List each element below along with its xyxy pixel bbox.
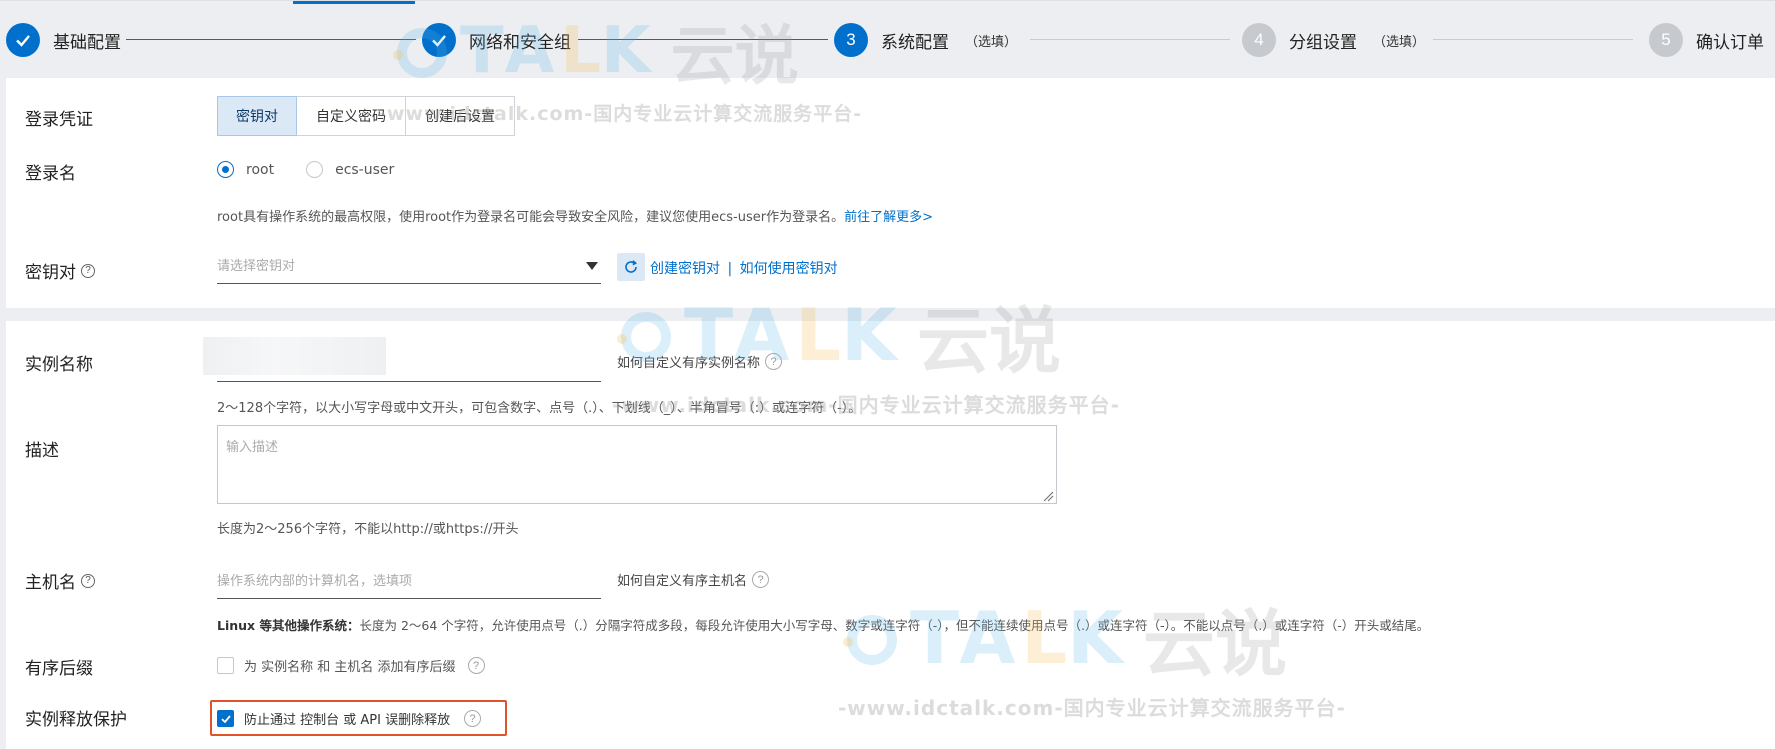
help-icon[interactable]: ? (81, 263, 95, 278)
step-number-badge: 5 (1649, 23, 1683, 57)
step-number-badge: 4 (1242, 23, 1276, 57)
step-title: 基础配置 (53, 32, 121, 53)
step-group-settings[interactable]: 4 分组设置 （选填） (1242, 23, 1425, 57)
description-rule: 长度为2～256个字符，不能以http://或https://开头 (217, 522, 519, 537)
step-system-config[interactable]: 3 系统配置 （选填） (834, 23, 1017, 57)
radio-ecs-user[interactable] (306, 161, 324, 178)
hostname-label-text: 主机名 (25, 573, 76, 593)
learn-more-link[interactable]: 前往了解更多> (844, 210, 933, 225)
login-name-radio-group: root ecs-user (217, 161, 394, 178)
keypair-select[interactable] (217, 250, 601, 284)
credential-option-custom-password[interactable]: 自定义密码 (296, 96, 406, 136)
section-divider (0, 308, 1775, 321)
step-basic-config[interactable]: 基础配置 (6, 23, 121, 57)
hostname-rule-os: Linux 等其他操作系统： (217, 618, 360, 633)
ordered-suffix-checkbox[interactable] (217, 657, 234, 674)
help-icon[interactable]: ? (81, 573, 95, 588)
help-icon[interactable]: ? (467, 657, 485, 674)
keypair-label-text: 密钥对 (25, 263, 76, 283)
credential-option-keypair[interactable]: 密钥对 (217, 96, 297, 136)
release-protection-label: 实例释放保护 (25, 710, 127, 730)
description-textarea[interactable] (217, 425, 1057, 504)
keypair-label: 密钥对 ? (25, 258, 95, 283)
step-title: 确认订单 (1696, 32, 1764, 53)
check-icon (220, 714, 231, 723)
step-connector (578, 39, 828, 40)
release-protection-checkbox[interactable] (217, 710, 234, 727)
how-to-use-keypair-link[interactable]: 如何使用密钥对 (740, 261, 838, 277)
help-icon[interactable]: ? (752, 571, 770, 588)
instance-name-help[interactable]: 如何自定义有序实例名称 ? (617, 352, 783, 371)
step-number-badge: 3 (834, 23, 868, 57)
step-title: 网络和安全组 (469, 32, 571, 53)
instance-name-help-text: 如何自定义有序实例名称 (617, 356, 761, 371)
step-confirm-order[interactable]: 5 确认订单 (1649, 23, 1764, 57)
root-risk-text: root具有操作系统的最高权限，使用root作为登录名可能会导致安全风险，建议您… (217, 210, 845, 225)
resize-handle-icon[interactable] (1042, 490, 1054, 502)
hostname-rule: Linux 等其他操作系统：长度为 2～64 个字符，允许使用点号（.）分隔字符… (217, 615, 1429, 634)
step-optional-tag: （选填） (965, 34, 1018, 50)
release-protection-row: 防止通过 控制台 或 API 误删除释放 ? (217, 709, 482, 728)
step-connector (1433, 39, 1633, 40)
create-keypair-link[interactable]: 创建密钥对 (650, 261, 720, 277)
root-risk-note: root具有操作系统的最高权限，使用root作为登录名可能会导致安全风险，建议您… (217, 206, 933, 225)
hostname-rule-text: 长度为 2～64 个字符，允许使用点号（.）分隔字符成多段，每段允许使用大小写字… (359, 618, 1430, 633)
credential-option-set-later[interactable]: 创建后设置 (405, 96, 515, 136)
step-title: 系统配置 (881, 32, 949, 53)
radio-root[interactable] (217, 161, 234, 178)
description-label: 描述 (25, 441, 59, 461)
help-icon[interactable]: ? (464, 710, 482, 727)
wizard-stepper: 基础配置 网络和安全组 3 系统配置 （选填） 4 分组设置 （选填） 5 确认… (0, 0, 1775, 78)
hostname-help[interactable]: 如何自定义有序主机名 ? (617, 570, 770, 589)
release-protection-text: 防止通过 控制台 或 API 误删除释放 (244, 713, 451, 728)
step-connector (126, 39, 416, 40)
ordered-suffix-label: 有序后缀 (25, 659, 93, 679)
check-icon (422, 23, 456, 57)
step-title: 分组设置 (1289, 32, 1357, 53)
credential-label: 登录凭证 (25, 110, 93, 130)
check-icon (6, 23, 40, 57)
instance-name-rule: 2～128个字符，以大小写字母或中文开头，可包含数字、点号（.）、下划线（_）、… (217, 401, 862, 416)
step-connector (1030, 39, 1230, 40)
credential-segmented: 密钥对 自定义密码 创建后设置 (217, 96, 515, 136)
radio-ecs-user-label: ecs-user (335, 161, 395, 178)
hostname-help-text: 如何自定义有序主机名 (617, 574, 748, 589)
refresh-button[interactable] (617, 253, 645, 281)
instance-name-label: 实例名称 (25, 355, 93, 375)
link-separator: | (727, 261, 733, 277)
active-tab-indicator (293, 1, 415, 4)
step-optional-tag: （选填） (1373, 34, 1426, 50)
step-network-security[interactable]: 网络和安全组 (422, 23, 571, 57)
refresh-icon (625, 260, 637, 273)
keypair-links: 创建密钥对 | 如何使用密钥对 (650, 258, 838, 278)
hostname-label: 主机名 ? (25, 568, 95, 593)
ordered-suffix-row: 为 实例名称 和 主机名 添加有序后缀 ? (217, 656, 485, 675)
ordered-suffix-text: 为 实例名称 和 主机名 添加有序后缀 (244, 660, 456, 675)
hostname-input[interactable] (217, 564, 601, 599)
instance-name-input[interactable] (217, 337, 601, 382)
login-name-label: 登录名 (25, 164, 76, 184)
chevron-down-icon[interactable] (586, 262, 598, 270)
help-icon[interactable]: ? (765, 353, 783, 370)
radio-root-label: root (246, 161, 275, 178)
